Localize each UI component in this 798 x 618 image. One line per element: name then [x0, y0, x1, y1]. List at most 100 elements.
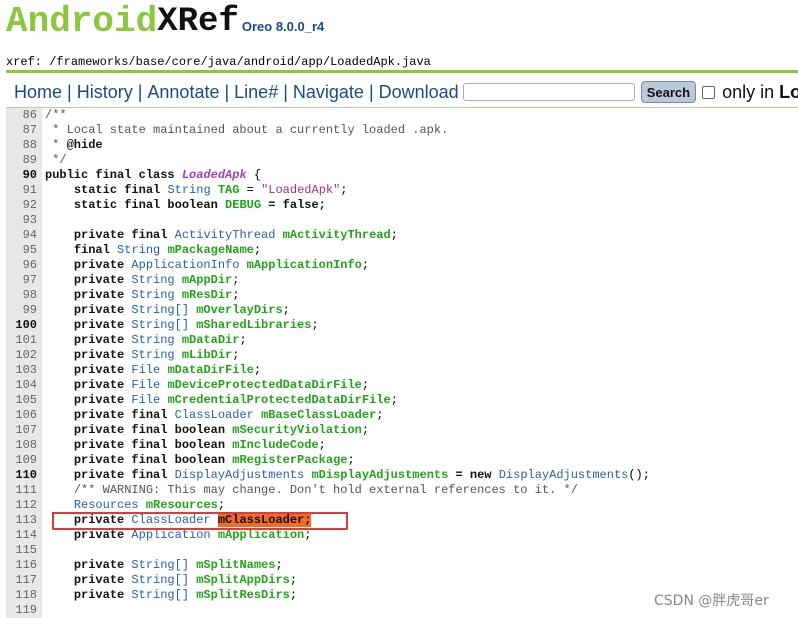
nav-download-link[interactable]: Download: [379, 82, 459, 103]
field-link[interactable]: mResDir: [182, 288, 232, 302]
line-number-link[interactable]: 101: [6, 333, 45, 348]
field-link[interactable]: mBaseClassLoader: [261, 408, 376, 422]
field-link[interactable]: mDataDir: [182, 333, 240, 347]
keyword: = new: [448, 468, 499, 482]
field-link[interactable]: mLibDir: [182, 348, 232, 362]
line-number-link[interactable]: 91: [6, 183, 45, 198]
keyword: private: [73, 318, 132, 332]
field-link[interactable]: mSharedLibraries: [196, 318, 311, 332]
type-link[interactable]: File: [131, 378, 160, 392]
type-link[interactable]: Resources: [74, 498, 139, 512]
line-number-link[interactable]: 104: [6, 378, 45, 393]
code-line: 102 private String mLibDir;: [6, 348, 798, 363]
field-link[interactable]: mDataDirFile: [167, 363, 253, 377]
class-name-link[interactable]: LoadedApk: [182, 168, 247, 182]
field-link[interactable]: TAG: [218, 183, 240, 197]
nav-home-link[interactable]: Home: [14, 82, 62, 103]
field-link[interactable]: mApplication: [218, 528, 304, 542]
line-number-link[interactable]: 112: [6, 498, 45, 513]
line-number-link[interactable]: 88: [6, 138, 45, 153]
line-number-link[interactable]: 107: [6, 423, 45, 438]
type-link[interactable]: ApplicationInfo: [131, 258, 239, 272]
line-number-link[interactable]: 118: [6, 588, 45, 603]
line-number-link[interactable]: 94: [6, 228, 45, 243]
type-link[interactable]: File: [131, 393, 160, 407]
type-link[interactable]: String[]: [131, 573, 189, 587]
nav-line-link[interactable]: Line#: [234, 82, 278, 103]
type-link[interactable]: Application: [131, 528, 210, 542]
field-link[interactable]: mAppDir: [182, 273, 232, 287]
line-number-link[interactable]: 114: [6, 528, 45, 543]
type-link[interactable]: String[]: [131, 588, 189, 602]
line-number-link[interactable]: 105: [6, 393, 45, 408]
line-number-link[interactable]: 96: [6, 258, 45, 273]
punct: ;: [282, 303, 290, 317]
field-link[interactable]: mDeviceProtectedDataDirFile: [167, 378, 361, 392]
line-number-link[interactable]: 106: [6, 408, 45, 423]
type-link[interactable]: File: [131, 363, 160, 377]
field-link[interactable]: mRegisterPackage: [232, 453, 347, 467]
type-link[interactable]: String: [117, 243, 160, 257]
androidxref-logo[interactable]: Android XRef Oreo 8.0.0_r4: [6, 0, 324, 41]
type-link[interactable]: String: [167, 183, 210, 197]
field-link[interactable]: mResources: [146, 498, 218, 512]
line-number-link[interactable]: 86: [6, 108, 45, 123]
type-link[interactable]: String: [131, 288, 174, 302]
line-number-link[interactable]: 92: [6, 198, 45, 213]
type-link[interactable]: String: [131, 273, 174, 287]
search-button[interactable]: Search: [640, 81, 697, 103]
type-link[interactable]: DisplayAdjustments: [175, 468, 305, 482]
punct: ;: [217, 498, 226, 512]
type-link[interactable]: String: [131, 348, 174, 362]
type-link[interactable]: DisplayAdjustments: [499, 468, 629, 482]
type-link[interactable]: ActivityThread: [175, 228, 276, 242]
field-link[interactable]: mPackageName: [167, 243, 253, 257]
nav-separator: |: [67, 81, 72, 102]
nav-history-link[interactable]: History: [77, 82, 133, 103]
line-number-link[interactable]: 95: [6, 243, 45, 258]
line-number-link[interactable]: 103: [6, 363, 45, 378]
line-number-link[interactable]: 113: [6, 513, 45, 528]
field-link[interactable]: DEBUG: [225, 198, 261, 212]
field-link[interactable]: mSecurityViolation: [232, 423, 362, 437]
line-number-link[interactable]: 93: [6, 213, 45, 228]
line-number-link[interactable]: 99: [6, 303, 45, 318]
field-link[interactable]: mCredentialProtectedDataDirFile: [167, 393, 390, 407]
field-link[interactable]: mSplitResDirs: [196, 588, 290, 602]
line-number-link[interactable]: 110: [6, 468, 45, 483]
search-input[interactable]: [462, 83, 635, 101]
line-number-link[interactable]: 109: [6, 453, 45, 468]
line-number-link[interactable]: 102: [6, 348, 45, 363]
line-number-link[interactable]: 100: [6, 318, 45, 333]
type-link[interactable]: String[]: [131, 303, 189, 317]
line-number-link[interactable]: 119: [6, 603, 45, 618]
line-number-link[interactable]: 97: [6, 273, 45, 288]
breadcrumb-path[interactable]: /frameworks/base/core/java/android/app/L…: [42, 55, 431, 69]
line-number-link[interactable]: 89: [6, 153, 45, 168]
type-link[interactable]: String[]: [131, 318, 189, 332]
line-number-link[interactable]: 111: [6, 483, 45, 498]
field-link[interactable]: mActivityThread: [283, 228, 391, 242]
field-link[interactable]: mIncludeCode: [232, 438, 318, 452]
line-number-link[interactable]: 117: [6, 573, 45, 588]
field-link[interactable]: mDisplayAdjustments: [311, 468, 448, 482]
line-number-link[interactable]: 116: [6, 558, 45, 573]
nav-annotate-link[interactable]: Annotate: [147, 82, 219, 103]
only-in-label: only in Loa: [722, 82, 798, 103]
nav-navigate-link[interactable]: Navigate: [293, 82, 364, 103]
line-number-link[interactable]: 98: [6, 288, 45, 303]
punct: ;: [361, 258, 370, 272]
line-number-link[interactable]: 90: [6, 168, 45, 183]
field-link[interactable]: mOverlayDirs: [196, 303, 282, 317]
type-link[interactable]: String[]: [131, 558, 189, 572]
line-number-link[interactable]: 108: [6, 438, 45, 453]
source-viewer[interactable]: 86/** 87 * Local state maintained about …: [6, 107, 798, 618]
type-link[interactable]: String: [131, 333, 174, 347]
type-link[interactable]: ClassLoader: [175, 408, 254, 422]
line-number-link[interactable]: 87: [6, 123, 45, 138]
only-in-checkbox[interactable]: [702, 85, 716, 99]
line-number-link[interactable]: 115: [6, 543, 45, 558]
field-link[interactable]: mSplitNames: [196, 558, 275, 572]
field-link[interactable]: mSplitAppDirs: [196, 573, 290, 587]
field-link[interactable]: mApplicationInfo: [247, 258, 362, 272]
